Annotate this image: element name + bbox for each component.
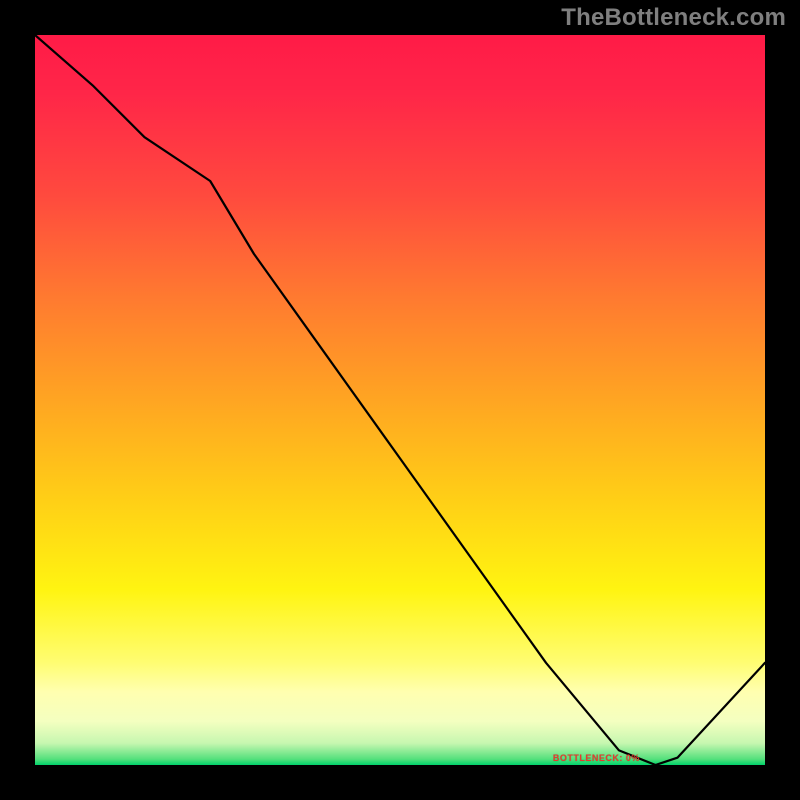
plot-area: BOTTLENECK: 0% (35, 35, 765, 765)
chart-svg (35, 35, 765, 765)
chart-stage: TheBottleneck.com BOTTLENECK: 0% (0, 0, 800, 800)
bottleneck-curve-line (35, 35, 765, 765)
watermark-text: TheBottleneck.com (561, 4, 786, 32)
